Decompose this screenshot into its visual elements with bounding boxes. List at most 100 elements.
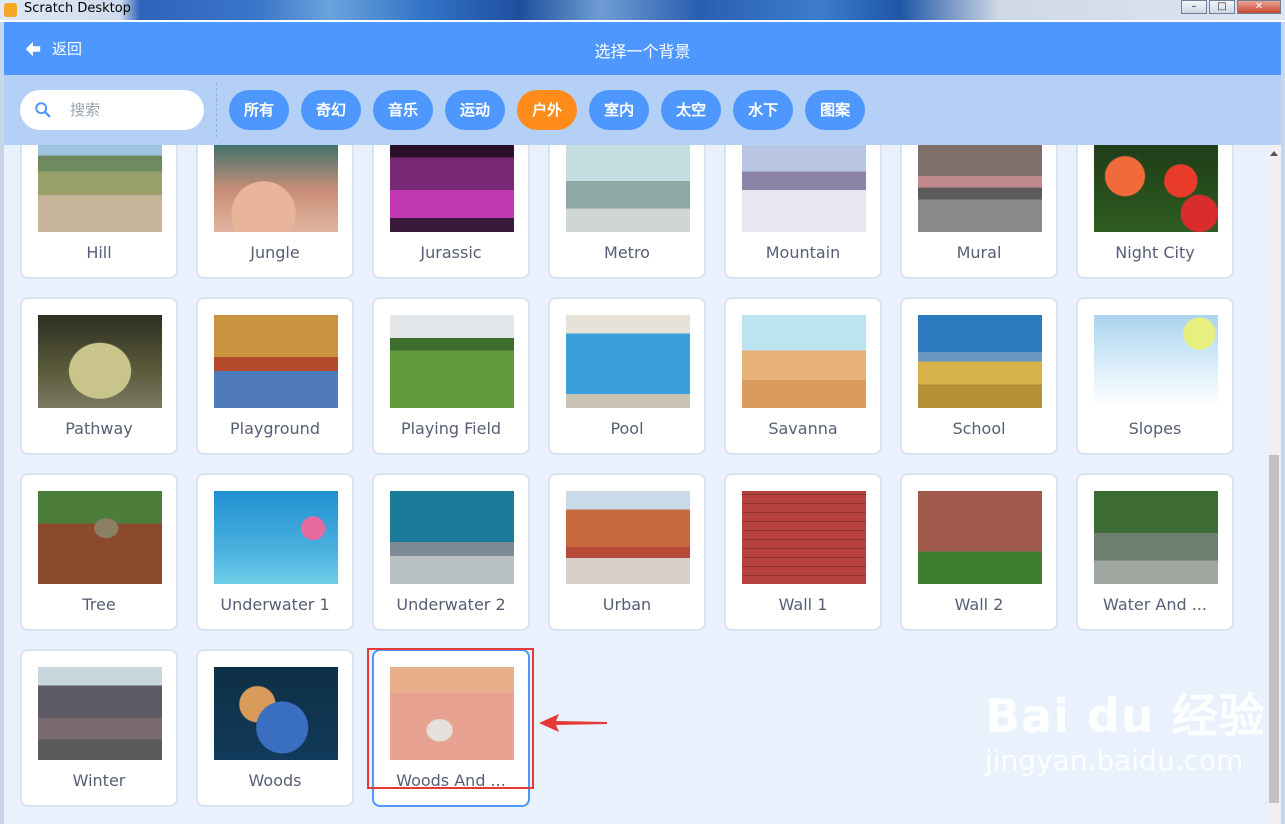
backdrop-thumbnail (918, 315, 1042, 408)
backdrop-name: Wall 1 (778, 595, 828, 614)
pointer-arrow-icon (539, 714, 607, 732)
backdrop-name: Night City (1115, 243, 1195, 262)
backdrop-card[interactable]: Playground (196, 297, 354, 455)
backdrop-name: Slopes (1128, 419, 1182, 438)
backdrop-card[interactable]: Urban (548, 473, 706, 631)
backdrop-thumbnail (38, 667, 162, 760)
backdrop-thumbnail (566, 145, 690, 232)
backdrop-name: Underwater 2 (396, 595, 506, 614)
backdrop-card[interactable]: Night City (1076, 145, 1234, 279)
tag-button[interactable]: 奇幻 (301, 90, 362, 130)
backdrop-name: Underwater 1 (220, 595, 330, 614)
filter-bar: 所有奇幻音乐运动户外室内太空水下图案 (4, 75, 1281, 145)
backdrop-thumbnail (390, 491, 514, 584)
close-button[interactable]: ✕ (1237, 0, 1281, 14)
backdrop-thumbnail (38, 491, 162, 584)
tag-button[interactable]: 太空 (661, 90, 722, 130)
tag-list: 所有 奇幻 音乐 运动 户外 室内 太空 水下 图案 (229, 90, 877, 130)
backdrop-card[interactable]: Woods (196, 649, 354, 807)
backdrop-card[interactable]: Jurassic (372, 145, 530, 279)
search-icon (35, 102, 51, 118)
backdrop-thumbnail (1094, 491, 1218, 584)
backdrop-name: Playground (230, 419, 320, 438)
backdrop-thumbnail (742, 491, 866, 584)
backdrop-thumbnail (214, 315, 338, 408)
backdrop-card[interactable]: Mural (900, 145, 1058, 279)
backdrop-card[interactable]: Metro (548, 145, 706, 279)
watermark-logo: Bai du 经验 (985, 689, 1266, 743)
backdrop-thumbnail (38, 315, 162, 408)
window-title: Scratch Desktop (24, 1, 131, 16)
backdrop-card[interactable]: Pathway (20, 297, 178, 455)
backdrop-card[interactable]: Savanna (724, 297, 882, 455)
backdrop-name: Jungle (250, 243, 300, 262)
backdrop-thumbnail (214, 491, 338, 584)
search-box[interactable] (20, 90, 204, 130)
backdrop-card[interactable]: Playing Field (372, 297, 530, 455)
backdrop-card[interactable]: Hill (20, 145, 178, 279)
backdrop-thumbnail (214, 667, 338, 760)
backdrop-thumbnail (1094, 145, 1218, 232)
backdrop-name: Mural (956, 243, 1002, 262)
backdrop-card[interactable]: School (900, 297, 1058, 455)
watermark-url: jingyan.baidu.com (985, 744, 1244, 777)
scrollbar-thumb[interactable] (1269, 455, 1279, 803)
scrollbar[interactable] (1267, 145, 1281, 824)
backdrop-name: Metro (604, 243, 650, 262)
backdrop-thumbnail (918, 145, 1042, 232)
window-frame-right (1281, 22, 1285, 824)
tag-button[interactable]: 所有 (229, 90, 290, 130)
page-title: 选择一个背景 (594, 42, 691, 61)
backdrop-name: School (952, 419, 1006, 438)
backdrop-thumbnail (918, 491, 1042, 584)
filter-divider (216, 83, 217, 137)
library-header: 返回 选择一个背景 (4, 22, 1281, 75)
backdrop-thumbnail (742, 145, 866, 232)
window-titlebar: Scratch Desktop – □ ✕ (0, 0, 1285, 20)
backdrop-thumbnail (390, 315, 514, 408)
backdrop-card[interactable]: Water And ... (1076, 473, 1234, 631)
backdrop-card[interactable]: Slopes (1076, 297, 1234, 455)
backdrop-name: Water And ... (1103, 595, 1207, 614)
backdrop-card[interactable]: Wall 2 (900, 473, 1058, 631)
backdrop-name: Playing Field (400, 419, 502, 438)
backdrop-card[interactable]: Jungle (196, 145, 354, 279)
backdrop-thumbnail (38, 145, 162, 232)
selection-highlight-box (367, 648, 534, 789)
backdrop-thumbnail (566, 315, 690, 408)
backdrop-card[interactable]: Underwater 1 (196, 473, 354, 631)
backdrop-card[interactable]: Mountain (724, 145, 882, 279)
scratch-app-icon (4, 3, 17, 17)
backdrop-name: Pathway (65, 419, 133, 438)
backdrop-name: Mountain (765, 243, 841, 262)
backdrop-name: Tree (82, 595, 116, 614)
backdrop-thumbnail (742, 315, 866, 408)
backdrop-name: Winter (72, 771, 126, 790)
backdrop-card[interactable]: Winter (20, 649, 178, 807)
maximize-button[interactable]: □ (1209, 0, 1235, 14)
backdrop-name: Wall 2 (954, 595, 1004, 614)
tag-button[interactable]: 音乐 (373, 90, 434, 130)
scroll-up-icon[interactable] (1270, 151, 1278, 156)
backdrop-card[interactable]: Tree (20, 473, 178, 631)
search-input[interactable] (70, 101, 180, 119)
tag-button[interactable]: 图案 (805, 90, 866, 130)
baidu-watermark: Bai du 经验 jingyan.baidu.com (985, 680, 1266, 777)
backdrop-name: Pool (610, 419, 644, 438)
tag-button[interactable]: 户外 (517, 90, 578, 130)
minimize-button[interactable]: – (1181, 0, 1207, 14)
backdrop-card[interactable]: Pool (548, 297, 706, 455)
backdrop-card[interactable]: Wall 1 (724, 473, 882, 631)
tag-button[interactable]: 水下 (733, 90, 794, 130)
tag-button[interactable]: 运动 (445, 90, 506, 130)
backdrop-thumbnail (1094, 315, 1218, 408)
backdrop-thumbnail (566, 491, 690, 584)
backdrop-name: Jurassic (420, 243, 482, 262)
tag-button[interactable]: 室内 (589, 90, 650, 130)
backdrop-name: Savanna (768, 419, 838, 438)
backdrop-thumbnail (390, 145, 514, 232)
backdrop-name: Hill (86, 243, 112, 262)
backdrop-card[interactable]: Underwater 2 (372, 473, 530, 631)
backdrop-thumbnail (214, 145, 338, 232)
window-controls: – □ ✕ (1179, 0, 1281, 14)
